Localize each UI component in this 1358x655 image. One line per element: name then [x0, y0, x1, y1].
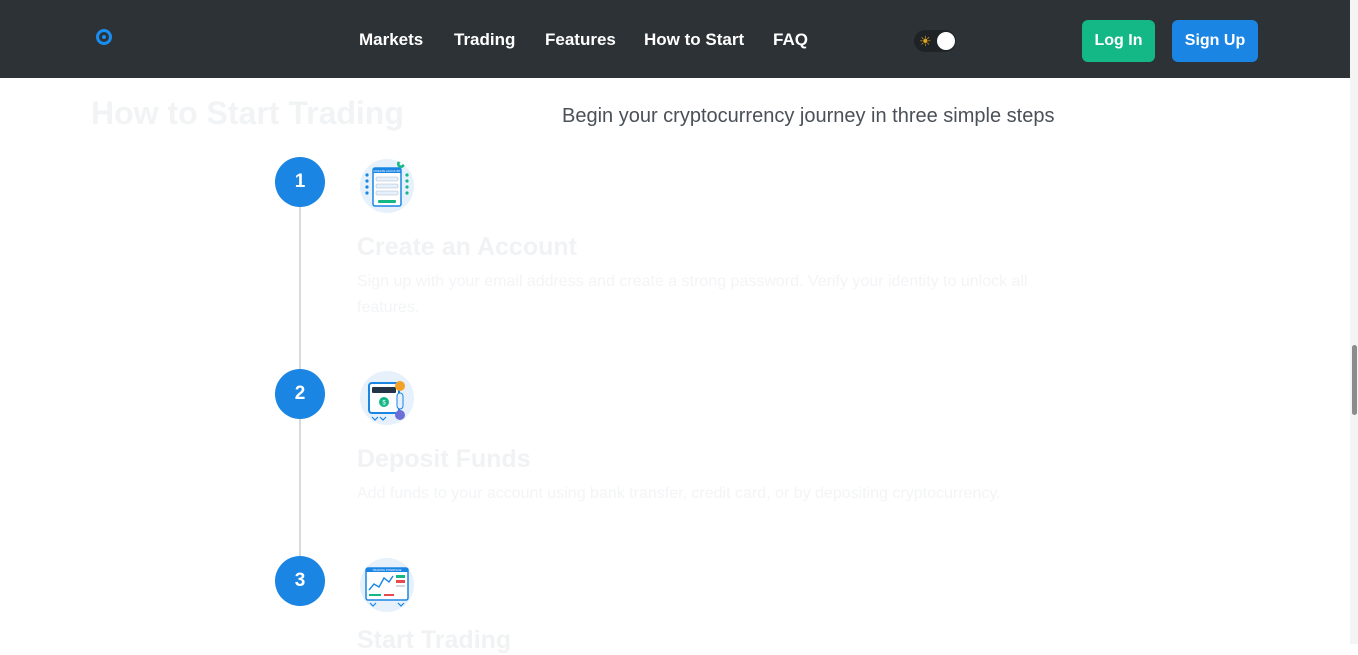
step-description: Add funds to your account using bank tra…: [357, 485, 1001, 502]
nav-faq[interactable]: FAQ: [773, 30, 808, 50]
signup-button[interactable]: Sign Up: [1172, 20, 1258, 62]
step-number-badge: 3: [275, 556, 325, 606]
step-title: Deposit Funds: [357, 445, 531, 473]
step-title: Start Trading: [357, 626, 512, 654]
theme-toggle[interactable]: ☀: [914, 30, 956, 52]
wallet-deposit-icon: $: [360, 371, 414, 425]
section-subtitle: Begin your cryptocurrency journey in thr…: [562, 105, 1055, 127]
page-scrollbar[interactable]: [1350, 0, 1358, 644]
scrollbar-thumb[interactable]: [1352, 345, 1357, 415]
circle-logo-icon[interactable]: [96, 29, 112, 45]
top-navbar: Markets Trading Features How to Start FA…: [0, 0, 1350, 78]
section-title: How to Start Trading: [91, 95, 404, 131]
step-title: Create an Account: [357, 233, 577, 261]
trading-interface-label: TRADING INTERFACE: [372, 568, 401, 572]
nav-markets[interactable]: Markets: [359, 30, 423, 50]
sun-icon: ☀: [919, 33, 932, 49]
login-button[interactable]: Log In: [1082, 20, 1155, 62]
nav-how-to-start[interactable]: How to Start: [644, 30, 744, 50]
step-number-badge: 1: [275, 157, 325, 207]
step-description: Sign up with your email address and crea…: [357, 273, 1028, 316]
create-account-form-label: CREATE ACCOUNT: [373, 169, 401, 173]
create-account-form-icon: CREATE ACCOUNT: [360, 159, 414, 213]
toggle-knob: [937, 32, 955, 50]
step-number-badge: 2: [275, 369, 325, 419]
nav-trading[interactable]: Trading: [454, 30, 515, 50]
nav-features[interactable]: Features: [545, 30, 616, 50]
trading-chart-icon: TRADING INTERFACE: [360, 558, 414, 612]
